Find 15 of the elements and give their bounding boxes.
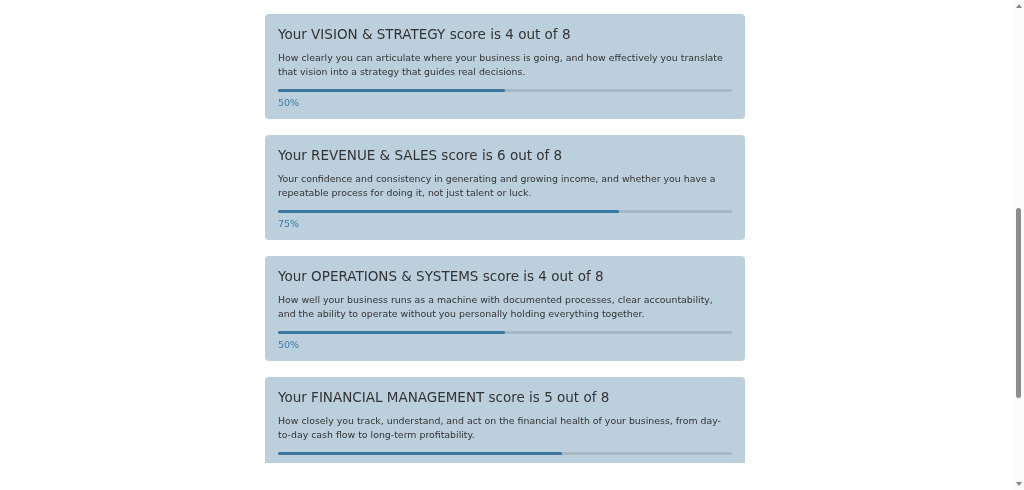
scrollbar[interactable] (1014, 0, 1024, 490)
scrollbar-thumb[interactable] (1016, 208, 1021, 398)
scroll-down-icon[interactable] (1016, 482, 1022, 486)
score-percentage: 75% (278, 218, 301, 229)
card-description: How closely you track, understand, and act on the financial health of your business, from day-to-day cash flow to long-term profitability. (278, 414, 722, 442)
card-title: Your FINANCIAL MANAGEMENT score is 5 out of 8 (278, 389, 611, 405)
score-percentage: 50% (278, 97, 301, 108)
card-description: How clearly you can articulate where your business is going, and how effectively you translate that vision into a strategy that guides real decisions. (278, 51, 724, 79)
scroll-up-icon[interactable] (1016, 4, 1022, 8)
card-title: Your REVENUE & SALES score is 6 out of 8 (278, 147, 564, 163)
card-description: Your confidence and consistency in generating and growing income, and whether you have a repeatable process for doing it, not just talent or luck. (278, 172, 717, 200)
score-percentage: 50% (278, 339, 301, 350)
card-title: Your VISION & STRATEGY score is 4 out of 8 (278, 26, 572, 42)
card-description: How well your business runs as a machine with documented processes, clear accountability, and the ability to operate without you personally holding everything together. (278, 293, 714, 321)
card-title: Your OPERATIONS & SYSTEMS score is 4 out of 8 (278, 268, 605, 284)
